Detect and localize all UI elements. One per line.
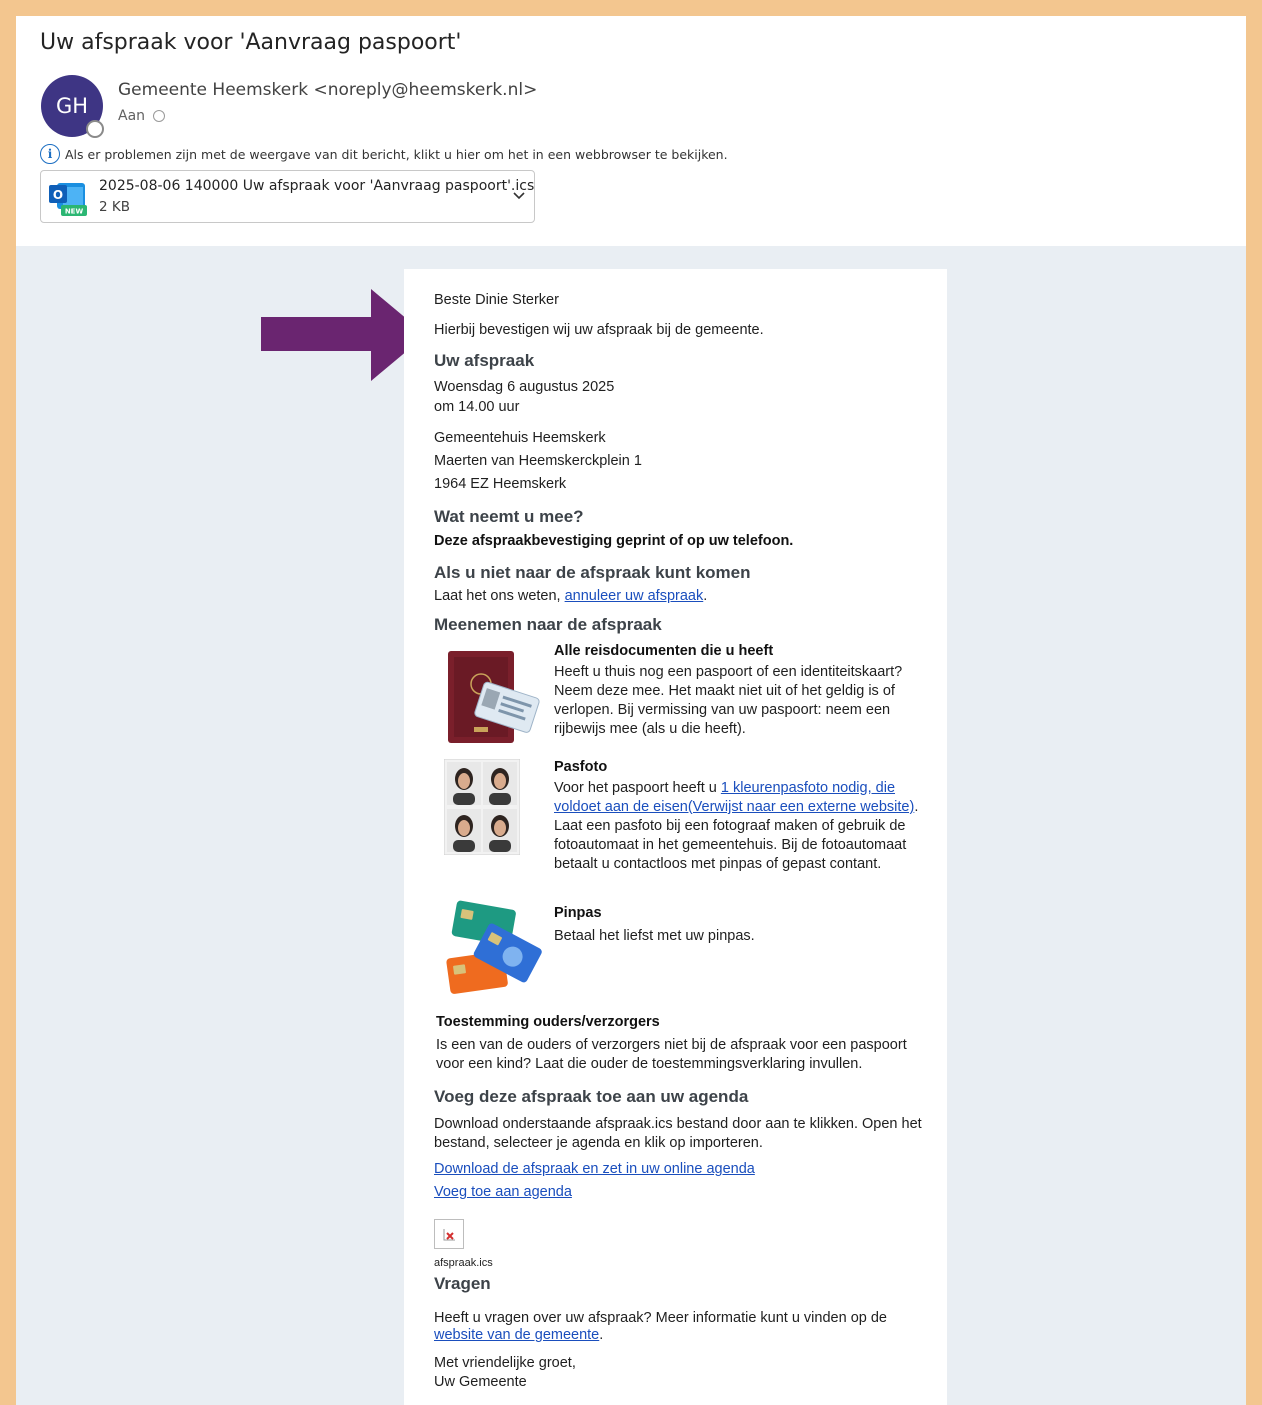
- email-subject: Uw afspraak voor 'Aanvraag paspoort': [40, 30, 462, 55]
- cancel-heading: Als u niet naar de afspraak kunt komen: [434, 563, 751, 582]
- consent-text: Is een van de ouders of verzorgers niet …: [436, 1037, 907, 1072]
- item-photo-title: Pasfoto: [554, 759, 608, 775]
- signature: Uw Gemeente: [434, 1374, 527, 1390]
- bring-text: Deze afspraakbevestiging geprint of op u…: [434, 533, 794, 549]
- passport-photos-image: [444, 759, 520, 855]
- arrow-right-icon: [261, 289, 426, 381]
- attachment-icon-letter: O: [53, 188, 63, 202]
- attachment-card[interactable]: O NEW 2025-08-06 140000 Uw afspraak voor…: [40, 170, 535, 223]
- attachment-size: 2 KB: [99, 199, 130, 215]
- info-icon: i: [40, 144, 60, 164]
- email-header: Uw afspraak voor 'Aanvraag paspoort' GH …: [16, 16, 1246, 246]
- item-documents-title: Alle reisdocumenten die u heeft: [554, 643, 774, 659]
- appointment-time: om 14.00 uur: [434, 399, 520, 415]
- bring-heading: Wat neemt u mee?: [434, 507, 584, 526]
- download-online-agenda-link[interactable]: Download de afspraak en zet in uw online…: [434, 1161, 755, 1177]
- agenda-link2-row: Voeg toe aan agenda: [434, 1183, 924, 1202]
- questions-prefix: Heeft u vragen over uw afspraak? Meer in…: [434, 1310, 887, 1326]
- info-bar-text[interactable]: Als er problemen zijn met de weergave va…: [65, 147, 728, 162]
- cancel-appointment-link[interactable]: annuleer uw afspraak: [565, 588, 704, 604]
- message-content: Beste Dinie Sterker Hierbij bevestigen w…: [404, 269, 947, 1405]
- attachment-icon-badge: NEW: [65, 208, 84, 216]
- municipality-website-link[interactable]: website van de gemeente: [434, 1327, 599, 1343]
- item-photo-prefix: Voor het paspoort heeft u: [554, 780, 721, 796]
- agenda-link1-row: Download de afspraak en zet in uw online…: [434, 1160, 924, 1179]
- email-reading-pane: Uw afspraak voor 'Aanvraag paspoort' GH …: [8, 8, 1254, 1405]
- message-body-area: Beste Dinie Sterker Hierbij bevestigen w…: [16, 246, 1246, 1405]
- location-name: Gemeentehuis Heemskerk: [434, 430, 606, 446]
- attachment-name[interactable]: 2025-08-06 140000 Uw afspraak voor 'Aanv…: [99, 178, 534, 194]
- closing: Met vriendelijke groet,: [434, 1355, 576, 1371]
- agenda-heading: Voeg deze afspraak toe aan uw agenda: [434, 1087, 749, 1106]
- view-in-browser-bar[interactable]: i Als er problemen zijn met de weergave …: [40, 144, 728, 164]
- consent-heading: Toestemming ouders/verzorgers: [436, 1014, 660, 1030]
- questions-text: Heeft u vragen over uw afspraak? Meer in…: [434, 1310, 924, 1344]
- item-card-title: Pinpas: [554, 905, 602, 921]
- item-photo-text: Voor het paspoort heeft u 1 kleurenpasfo…: [554, 779, 919, 874]
- questions-suffix: .: [599, 1327, 604, 1343]
- cancel-suffix: .: [703, 588, 708, 604]
- chevron-down-icon[interactable]: [511, 187, 527, 203]
- address-line2: 1964 EZ Heemskerk: [434, 476, 567, 492]
- address-line1: Maerten van Heemskerckplein 1: [434, 453, 642, 469]
- recipients-line: Aan: [118, 108, 166, 124]
- presence-status-icon: [86, 120, 104, 138]
- passport-image: [448, 651, 540, 743]
- take-heading: Meenemen naar de afspraak: [434, 615, 662, 634]
- cancel-prefix: Laat het ons weten,: [434, 588, 565, 604]
- agenda-text: Download onderstaande afspraak.ics besta…: [434, 1116, 922, 1151]
- intro-text: Hierbij bevestigen wij uw afspraak bij d…: [434, 322, 764, 338]
- outlook-calendar-icon: O NEW: [49, 183, 87, 216]
- add-to-agenda-link[interactable]: Voeg toe aan agenda: [434, 1184, 572, 1200]
- to-label: Aan: [118, 108, 146, 124]
- item-documents-text: Heeft u thuis nog een paspoort of een id…: [554, 664, 903, 737]
- cancel-text: Laat het ons weten, annuleer uw afspraak…: [434, 587, 924, 606]
- item-card-text: Betaal het liefst met uw pinpas.: [554, 928, 755, 944]
- appointment-heading: Uw afspraak: [434, 351, 535, 370]
- sender-name[interactable]: Gemeente Heemskerk <noreply@heemskerk.nl…: [118, 80, 537, 100]
- questions-heading: Vragen: [434, 1274, 491, 1293]
- bank-cards-image: [446, 900, 542, 994]
- appointment-date: Woensdag 6 augustus 2025: [434, 379, 615, 395]
- ics-filename[interactable]: afspraak.ics: [434, 1254, 924, 1273]
- greeting: Beste Dinie Sterker: [434, 292, 559, 308]
- broken-image-icon[interactable]: [434, 1219, 464, 1249]
- recipient-status-icon: [153, 110, 166, 122]
